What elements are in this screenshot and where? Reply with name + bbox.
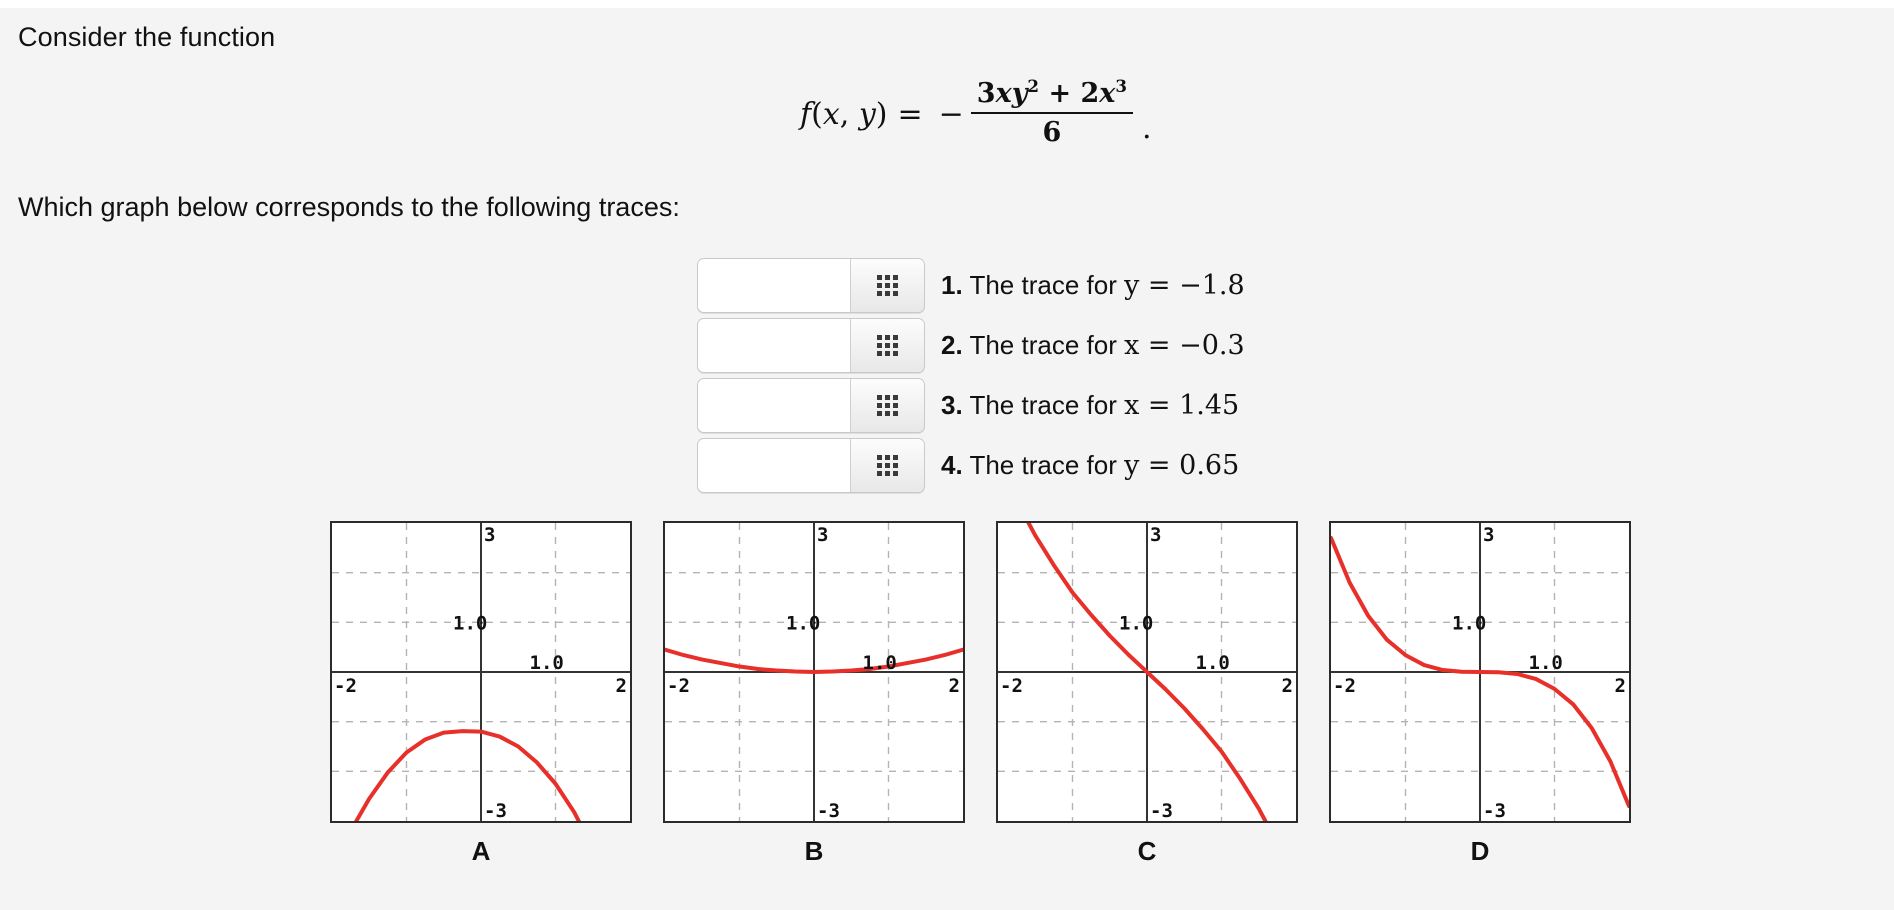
answer-index-1: 1.: [941, 269, 963, 300]
page-top-strip: [0, 0, 1894, 8]
svg-text:-2: -2: [1000, 675, 1023, 697]
graph-letter-D: D: [1470, 836, 1490, 866]
answer-input-group-4[interactable]: [697, 437, 925, 493]
svg-text:2: 2: [1615, 675, 1626, 697]
svg-text:-2: -2: [667, 675, 690, 697]
svg-text:-3: -3: [1150, 800, 1173, 821]
answer-input-group-2[interactable]: [697, 317, 925, 373]
graph-option-B[interactable]: 3 1.0 -3 -2 2 1.0 B: [663, 521, 965, 867]
answer-grid-button-4[interactable]: [850, 438, 924, 492]
svg-text:1.0: 1.0: [863, 652, 897, 674]
svg-text:3: 3: [1483, 524, 1494, 546]
answer-label-4: 4. The trace for y = 0.65: [941, 450, 1239, 481]
question-text-label: Which graph below corresponds to the fol…: [18, 192, 680, 222]
answer-input-1[interactable]: [698, 258, 850, 312]
answer-grid-button-1[interactable]: [850, 258, 924, 312]
answer-math-2: x = −0.3: [1124, 329, 1245, 361]
svg-text:-2: -2: [334, 675, 357, 697]
formula-fraction: 3xy2 + 2x3 6: [970, 76, 1134, 148]
svg-text:2: 2: [949, 675, 960, 697]
answer-grid-button-3[interactable]: [850, 378, 924, 432]
formula-denominator: 6: [1042, 117, 1062, 148]
grid-icon: [877, 394, 898, 416]
svg-text:2: 2: [616, 675, 627, 697]
svg-text:2: 2: [1282, 675, 1293, 697]
graph-letter-C: C: [1137, 836, 1157, 866]
plot-box-A: 3 1.0 -3 -2 2 1.0: [330, 521, 632, 823]
plot-svg-C: 3 1.0 -3 -2 2 1.0: [998, 523, 1296, 821]
answer-text-4: The trace for: [969, 449, 1117, 480]
formula-lhs-args: (x, y): [811, 96, 888, 132]
answer-text-2: The trace for: [969, 329, 1117, 360]
answer-input-group-3[interactable]: [697, 377, 925, 433]
svg-text:3: 3: [817, 524, 828, 546]
plot-svg-A: 3 1.0 -3 -2 2 1.0: [332, 523, 630, 821]
svg-text:3: 3: [484, 524, 495, 546]
grid-icon: [877, 334, 898, 356]
plot-box-D: 3 1.0 -3 -2 2 1.0: [1329, 521, 1631, 823]
svg-text:1.0: 1.0: [786, 612, 820, 634]
graph-option-D[interactable]: 3 1.0 -3 -2 2 1.0 D: [1329, 521, 1631, 867]
answer-label-3: 3. The trace for x = 1.45: [941, 390, 1239, 421]
grid-icon: [877, 454, 898, 476]
answer-math-4: y = 0.65: [1124, 449, 1240, 481]
plot-box-B: 3 1.0 -3 -2 2 1.0: [663, 521, 965, 823]
question-text: Which graph below corresponds to the fol…: [0, 192, 680, 223]
plot-box-C: 3 1.0 -3 -2 2 1.0: [996, 521, 1298, 823]
svg-text:1.0: 1.0: [1452, 612, 1486, 634]
grid-icon: [877, 274, 898, 296]
answer-text-1: The trace for: [969, 269, 1117, 300]
answer-text-3: The trace for: [969, 389, 1117, 420]
graph-letter-A: A: [471, 836, 491, 866]
answer-row: 1. The trace for y = −1.8: [697, 255, 1245, 315]
svg-text:1.0: 1.0: [1196, 652, 1230, 674]
svg-text:1.0: 1.0: [1529, 652, 1563, 674]
answer-row: 4. The trace for y = 0.65: [697, 435, 1245, 495]
function-formula: f (x, y) = − 3xy2 + 2x3 6 .: [800, 76, 1152, 150]
graph-options: 3 1.0 -3 -2 2 1.0 A 3 1.0 -3 -2 2 1.0 B 3 1.0 -3 -2 2 1…: [330, 521, 1631, 867]
graph-option-A[interactable]: 3 1.0 -3 -2 2 1.0 A: [330, 521, 632, 867]
formula-period: .: [1142, 111, 1152, 146]
answer-input-4[interactable]: [698, 438, 850, 492]
answer-row: 2. The trace for x = −0.3: [697, 315, 1245, 375]
answer-grid-button-2[interactable]: [850, 318, 924, 372]
formula-minus: −: [938, 96, 964, 132]
answer-input-2[interactable]: [698, 318, 850, 372]
svg-text:1.0: 1.0: [1119, 612, 1153, 634]
answer-row: 3. The trace for x = 1.45: [697, 375, 1245, 435]
graph-letter-B: B: [804, 836, 824, 866]
graph-option-C[interactable]: 3 1.0 -3 -2 2 1.0 C: [996, 521, 1298, 867]
formula-equals: =: [897, 96, 923, 132]
answer-label-2: 2. The trace for x = −0.3: [941, 330, 1245, 361]
svg-text:1.0: 1.0: [453, 612, 487, 634]
answer-math-1: y = −1.8: [1124, 269, 1245, 301]
answer-math-3: x = 1.45: [1124, 389, 1240, 421]
plot-svg-B: 3 1.0 -3 -2 2 1.0: [665, 523, 963, 821]
svg-text:-3: -3: [484, 800, 507, 821]
formula-numerator: 3xy2 + 2x3: [976, 76, 1128, 109]
answer-index-3: 3.: [941, 389, 963, 420]
svg-text:-3: -3: [1483, 800, 1506, 821]
answer-input-group-1[interactable]: [697, 257, 925, 313]
svg-text:3: 3: [1150, 524, 1161, 546]
formula-lhs: f: [800, 96, 812, 132]
intro-text: Consider the function: [18, 22, 276, 52]
plot-svg-D: 3 1.0 -3 -2 2 1.0: [1331, 523, 1629, 821]
answers-list: 1. The trace for y = −1.8 2. The trace f…: [697, 255, 1245, 495]
svg-text:-2: -2: [1333, 675, 1356, 697]
answer-input-3[interactable]: [698, 378, 850, 432]
answer-index-4: 4.: [941, 449, 963, 480]
answer-label-1: 1. The trace for y = −1.8: [941, 270, 1245, 301]
svg-text:1.0: 1.0: [530, 652, 564, 674]
svg-text:-3: -3: [817, 800, 840, 821]
answer-index-2: 2.: [941, 329, 963, 360]
